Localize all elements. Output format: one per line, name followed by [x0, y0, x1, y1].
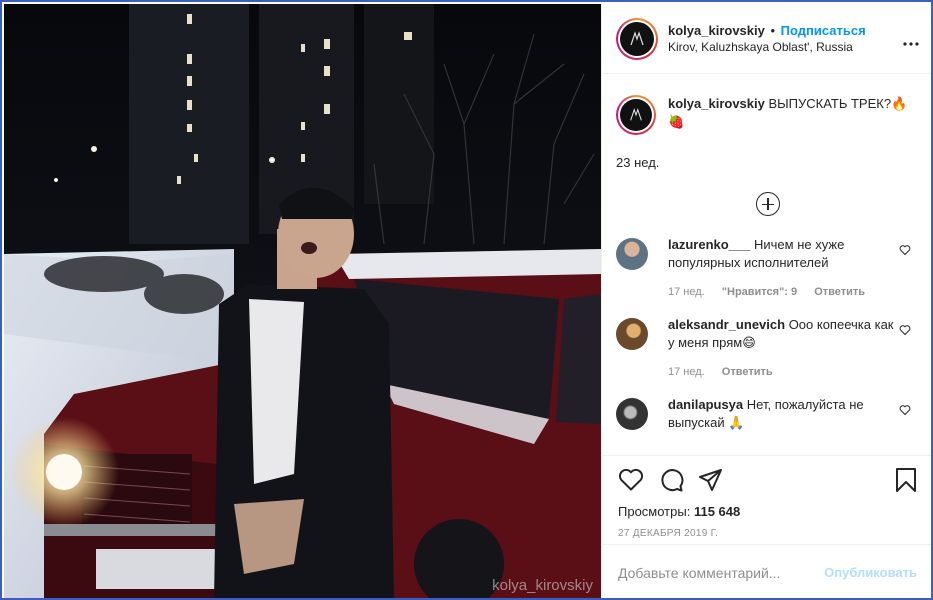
- comment-time[interactable]: 17 нед.: [668, 286, 705, 298]
- author-username[interactable]: kolya_kirovskiy: [668, 23, 765, 38]
- views-count[interactable]: Просмотры: 115 648: [618, 504, 917, 519]
- like-comment-heart-icon[interactable]: [899, 324, 911, 336]
- video-frame-illustration: [4, 4, 601, 598]
- like-comment-heart-icon[interactable]: [899, 244, 911, 256]
- comment-bubble-icon[interactable]: [658, 468, 684, 492]
- caption-avatar[interactable]: [616, 95, 656, 135]
- reply-button[interactable]: Ответить: [814, 286, 865, 298]
- separator-dot: •: [770, 22, 776, 38]
- reply-button[interactable]: Ответить: [722, 366, 773, 378]
- like-heart-icon[interactable]: [618, 468, 644, 492]
- post-actions: Просмотры: 115 648 27 ДЕКАБРЯ 2019 Г.: [602, 455, 931, 539]
- views-label: Просмотры:: [618, 504, 691, 519]
- comment-item: danilapusya Нет, пожалуйста не выпускай …: [616, 396, 919, 432]
- comment-time[interactable]: 17 нед.: [668, 366, 705, 378]
- views-value: 115 648: [693, 504, 741, 519]
- post-details-panel: kolya_kirovskiy • Подписаться Kirov, Kal…: [601, 4, 931, 598]
- follow-button[interactable]: Подписаться: [781, 23, 866, 38]
- more-horizontal-icon: [903, 42, 919, 46]
- like-comment-heart-icon[interactable]: [899, 404, 911, 416]
- comments-list[interactable]: kolya_kirovskiy ВЫПУСКАТЬ ТРЕК?🔥🍓 23 нед…: [602, 75, 931, 455]
- post-date[interactable]: 27 ДЕКАБРЯ 2019 Г.: [618, 528, 917, 539]
- logo-icon: [630, 30, 644, 45]
- commenter-avatar[interactable]: [616, 238, 648, 270]
- post-comment-button[interactable]: Опубликовать: [824, 565, 917, 580]
- caption-time[interactable]: 23 нед.: [616, 155, 919, 170]
- post-location[interactable]: Kirov, Kaluzhskaya Oblast', Russia: [668, 39, 866, 56]
- post-caption: kolya_kirovskiy ВЫПУСКАТЬ ТРЕК?🔥🍓: [616, 95, 919, 135]
- post-video[interactable]: kolya_kirovskiy: [4, 4, 601, 598]
- video-watermark: kolya_kirovskiy: [492, 577, 593, 594]
- load-more-comments-button[interactable]: [755, 192, 780, 216]
- more-options-button[interactable]: [903, 30, 919, 51]
- comment-item: aleksandr_unevich Ооо копеечка как у мен…: [616, 316, 919, 378]
- commenter-username[interactable]: lazurenko___: [668, 237, 750, 252]
- post-header: kolya_kirovskiy • Подписаться Kirov, Kal…: [602, 4, 931, 74]
- comment-item: lazurenko___ Ничем не хуже популярных ис…: [616, 236, 919, 298]
- add-comment-bar: Добавьте комментарий... Опубликовать: [602, 544, 931, 598]
- comment-likes[interactable]: "Нравится": 9: [722, 286, 797, 298]
- window-frame: kolya_kirovskiy kolya_kirovskiy • Подпис…: [0, 0, 933, 600]
- bookmark-icon[interactable]: [895, 467, 917, 493]
- logo-icon: [630, 107, 642, 121]
- comment-input[interactable]: Добавьте комментарий...: [618, 565, 780, 581]
- commenter-avatar[interactable]: [616, 398, 648, 430]
- commenter-username[interactable]: danilapusya: [668, 397, 743, 412]
- caption-username[interactable]: kolya_kirovskiy: [668, 96, 765, 111]
- commenter-username[interactable]: aleksandr_unevich: [668, 317, 785, 332]
- commenter-avatar[interactable]: [616, 318, 648, 350]
- share-send-icon[interactable]: [698, 468, 724, 492]
- author-avatar[interactable]: [616, 17, 658, 60]
